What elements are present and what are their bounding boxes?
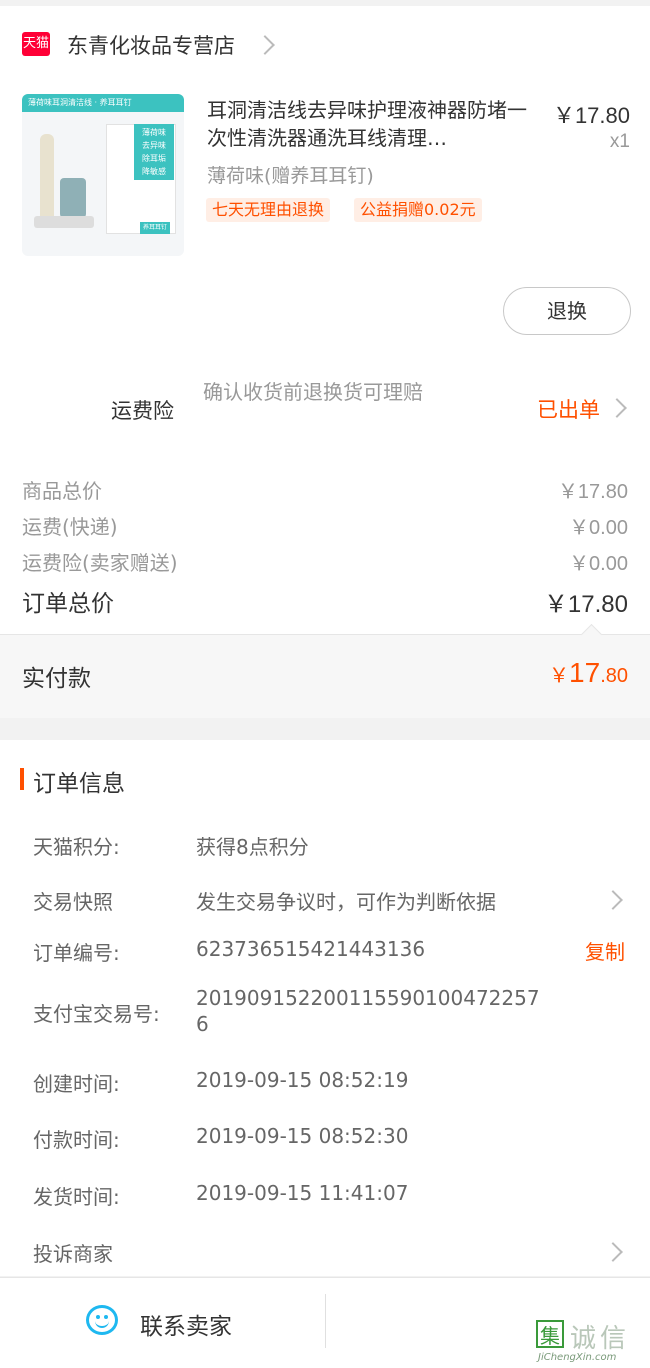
paid-amount: ￥17.80 [549,657,628,689]
alipay-line1: 20190915220011559010047225​7 [196,986,540,1010]
tag-charity-donation: 公益捐赠0.02元 [354,198,482,222]
shipping-insurance-row[interactable]: 运费险 确认收货前退换货可理赔 已出单 [0,360,650,454]
return-exchange-button[interactable]: 退换 [503,287,631,335]
section-accent-bar [20,768,24,790]
shipped-label: 发货时间: [33,1185,120,1209]
points-label: 天猫积分: [33,835,120,859]
product-title[interactable]: 耳洞清洁线去异味护理液神器防堵一次性清洗器通洗耳线清理… [207,96,537,152]
created-value: 2019-09-15 08:52:19 [196,1068,409,1092]
summary-label-insurance: 运费险(卖家赠送) [22,551,178,575]
product-variant: 薄荷味(赠养耳耳钉) [207,165,374,187]
paid-int: 17 [569,657,601,688]
product-base-shape [34,216,94,228]
snapshot-value: 发生交易争议时，可作为判断依据 [196,890,496,914]
bottom-divider [325,1294,326,1348]
shop-header[interactable]: 天猫 东青化妆品专营店 [0,6,650,82]
order-total-label: 订单总价 [22,591,114,617]
watermark-site: JiChengXin.com [538,1352,617,1363]
copy-button[interactable]: 复制 [585,936,625,965]
watermark-logo: 集 [536,1320,564,1348]
product-image[interactable]: 薄荷味耳洞清洁线 · 养耳耳钉 薄荷味 去异味 除耳垢 降敏感 养耳耳钉 [22,94,184,256]
complain-row[interactable]: 投诉商家 [0,1224,650,1276]
order-no-label: 订单编号: [33,941,120,965]
product-image-bottom: 养耳耳钉 [140,222,170,234]
chevron-right-icon [255,35,275,55]
paid-section: 实付款 ￥17.80 [0,623,650,718]
order-info-card: 订单信息 天猫积分: 获得8点积分 交易快照 发生交易争议时，可作为判断依据 订… [0,740,650,1276]
complain-label: 投诉商家 [33,1242,113,1266]
order-total-value: ￥17.80 [543,591,628,618]
watermark-text: 诚信 [570,1324,631,1354]
tmall-badge-text: 天猫 [22,36,49,51]
chat-mouth [95,1318,109,1328]
tmall-icon: 天猫 [22,32,50,56]
created-label: 创建时间: [33,1072,120,1096]
insurance-status: 已出单 [537,398,600,422]
insurance-desc: 确认收货前退换货可理赔 [203,380,423,404]
alipay-line2: 6 [196,1012,209,1036]
paid-time-value: 2019-09-15 08:52:30 [196,1124,409,1148]
summary-label-freight: 运费(快递) [22,515,118,539]
insurance-label: 运费险 [111,399,174,423]
chat-bubble-icon [86,1305,118,1335]
watermark: 集 诚信 JiChengXin.com [532,1318,650,1368]
contact-seller-button[interactable]: 联系卖家 [0,1278,325,1368]
order-item-card: 天猫 东青化妆品专营店 薄荷味耳洞清洁线 · 养耳耳钉 薄荷味 去异味 除耳垢 … [0,6,650,360]
order-info-title: 订单信息 [33,771,125,797]
shop-name: 东青化妆品专营店 [67,34,235,58]
summary-value-goods: ￥17.80 [557,481,628,503]
summary-value-insurance: ￥0.00 [569,553,628,575]
chevron-right-icon [607,398,627,418]
contact-seller-label: 联系卖家 [140,1314,232,1340]
paid-label: 实付款 [22,666,91,692]
summary-label-goods: 商品总价 [22,479,102,503]
order-no-value: 623736515421443136 [196,937,426,961]
product-box-tag: 薄荷味 去异味 除耳垢 降敏感 [134,124,174,180]
shipped-value: 2019-09-15 11:41:07 [196,1181,409,1205]
product-price: ￥17.80 [552,103,630,128]
product-bottle-shape [40,134,54,222]
paid-dec: .80 [600,665,628,687]
price-summary: 商品总价 ￥17.80 运费(快递) ￥0.00 运费险(卖家赠送) ￥0.00… [0,454,650,634]
tag-seven-day-return: 七天无理由退换 [206,198,331,222]
snapshot-label: 交易快照 [33,890,113,914]
points-value: 获得8点积分 [196,835,309,859]
summary-value-freight: ￥0.00 [569,517,628,539]
chevron-right-icon [603,890,623,910]
paid-currency: ￥ [549,665,570,687]
product-cap-shape [60,178,86,218]
paid-time-label: 付款时间: [33,1128,120,1152]
alipay-label: 支付宝交易号: [33,1002,160,1026]
snapshot-row[interactable]: 交易快照 发生交易争议时，可作为判断依据 [0,872,650,924]
product-image-header: 薄荷味耳洞清洁线 · 养耳耳钉 [22,94,184,112]
product-qty: x1 [609,131,630,152]
chevron-right-icon [603,1242,623,1262]
